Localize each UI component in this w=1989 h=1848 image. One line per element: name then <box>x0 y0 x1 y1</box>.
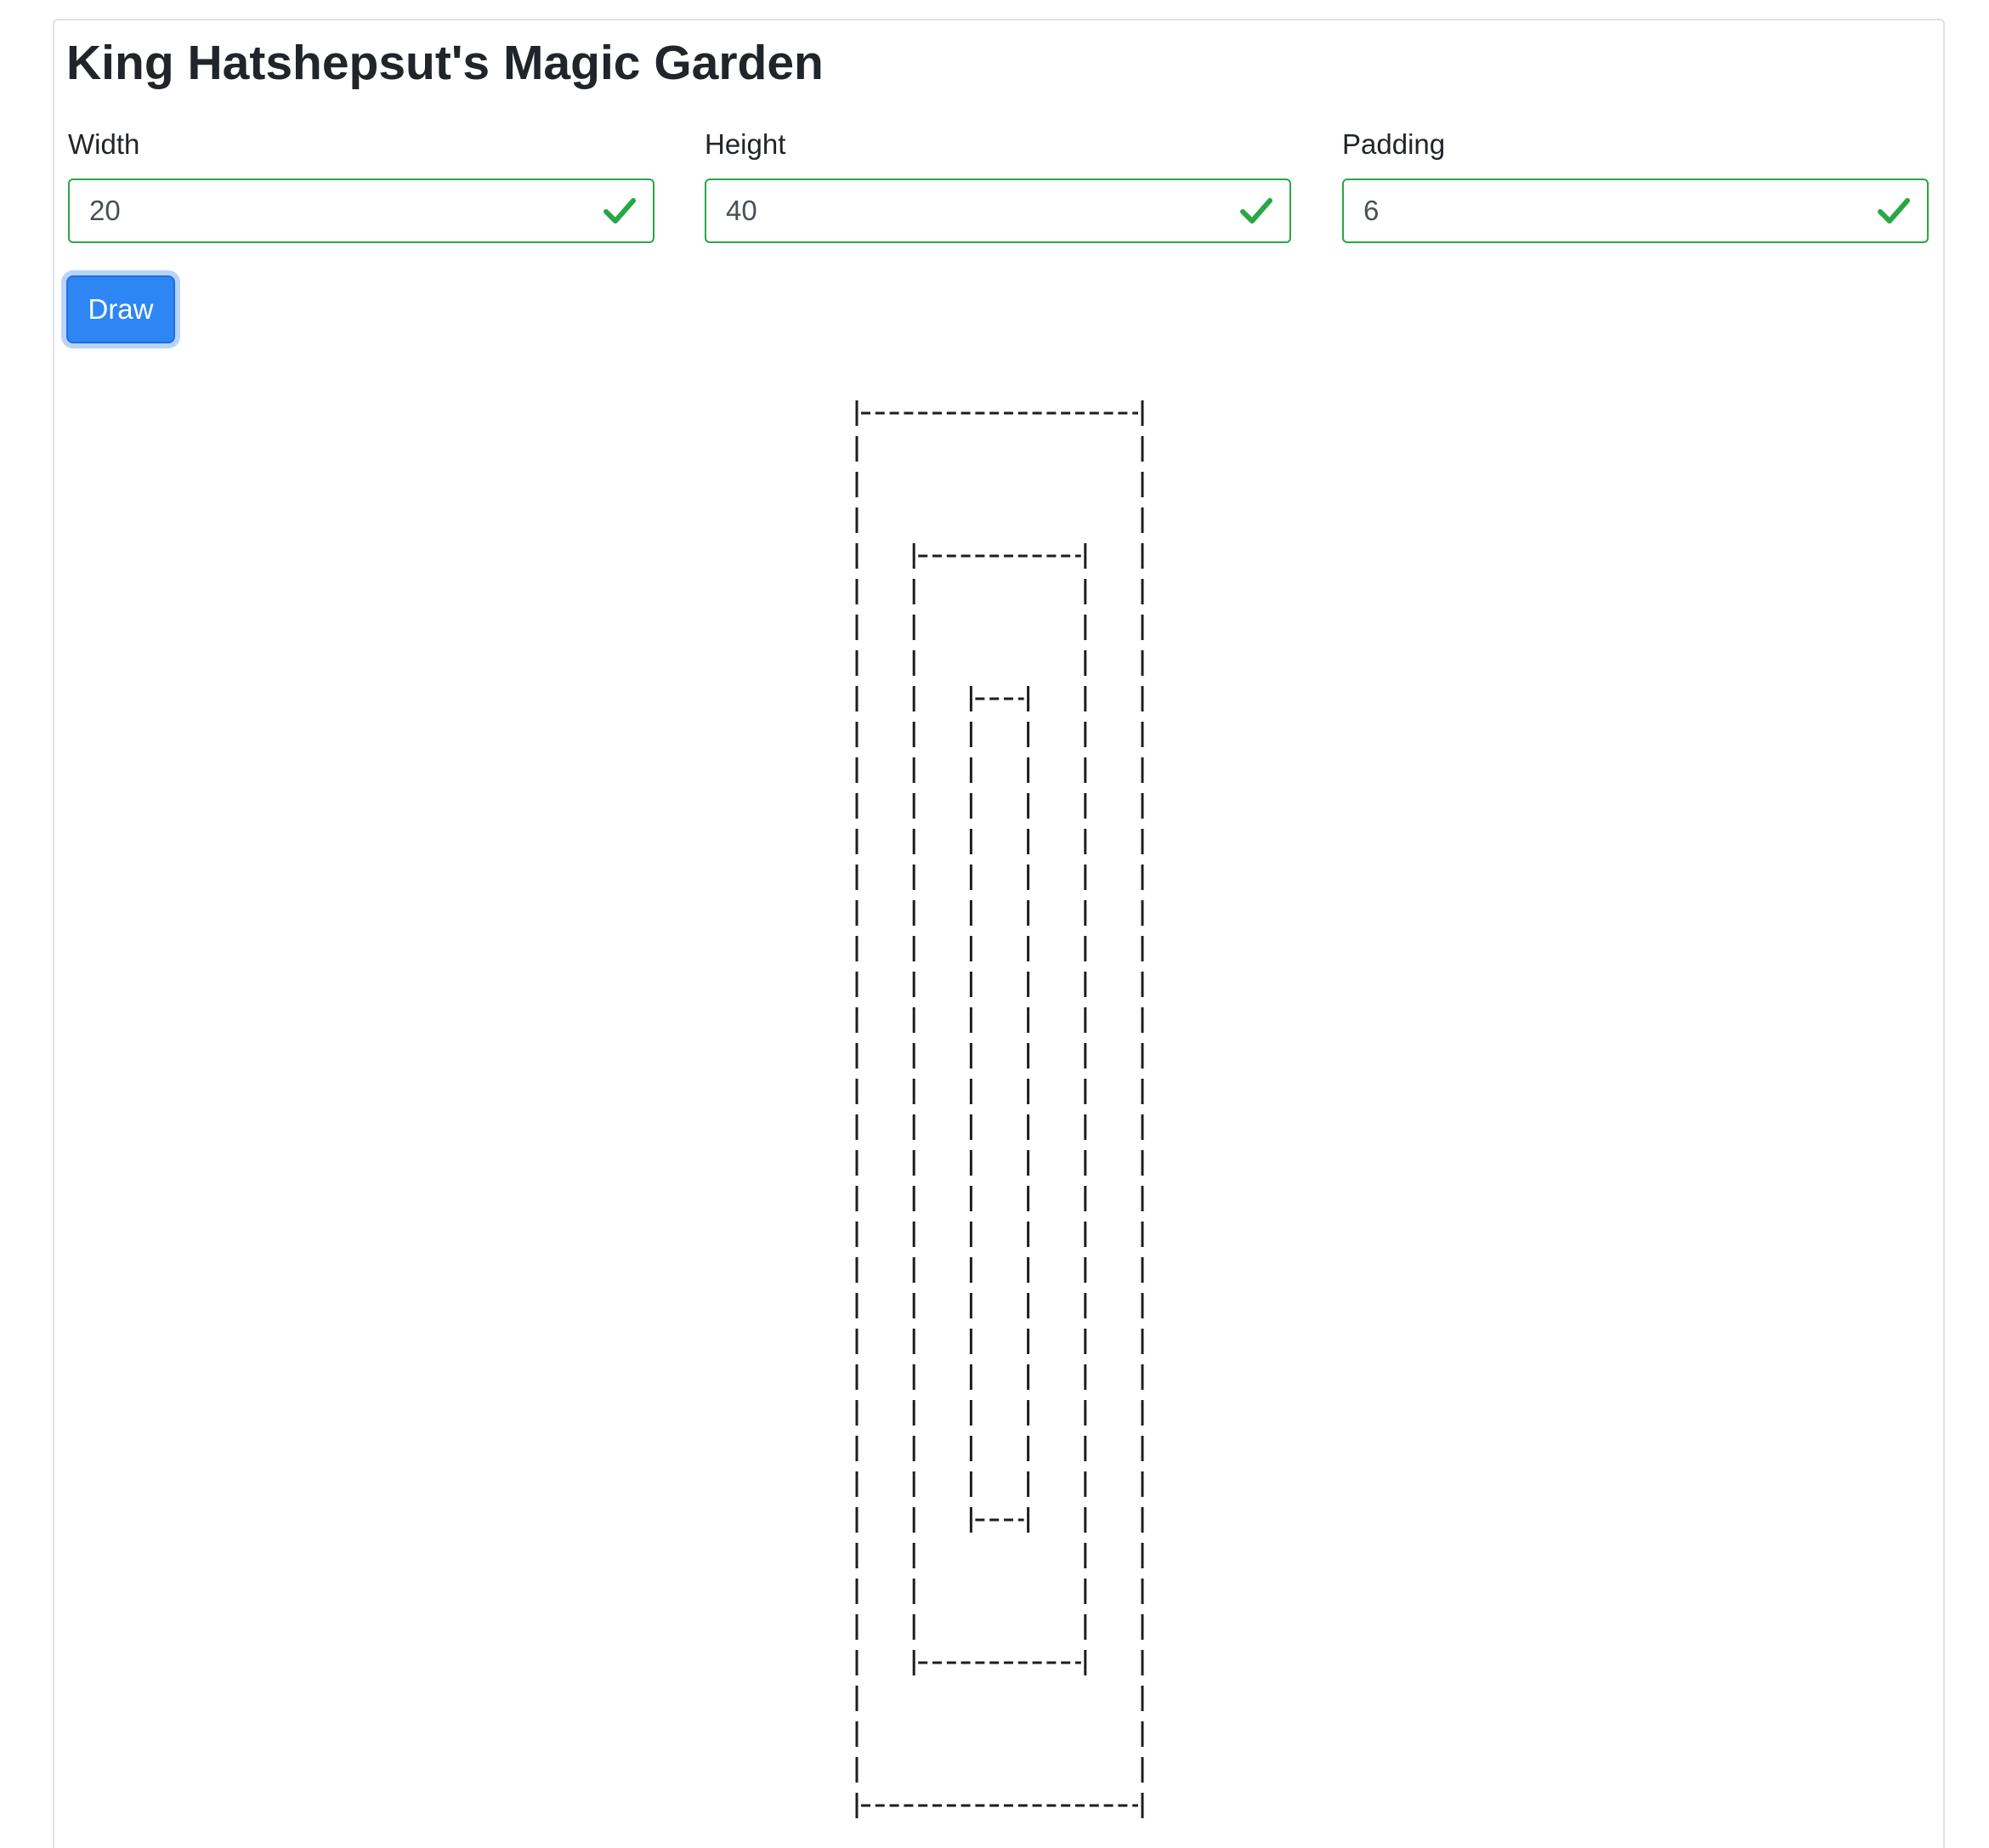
garden-ring-1 <box>855 400 1144 1818</box>
garden-drawing <box>855 400 1144 1818</box>
garden-ring-3 <box>969 686 1030 1533</box>
garden-ring-2 <box>912 543 1087 1675</box>
